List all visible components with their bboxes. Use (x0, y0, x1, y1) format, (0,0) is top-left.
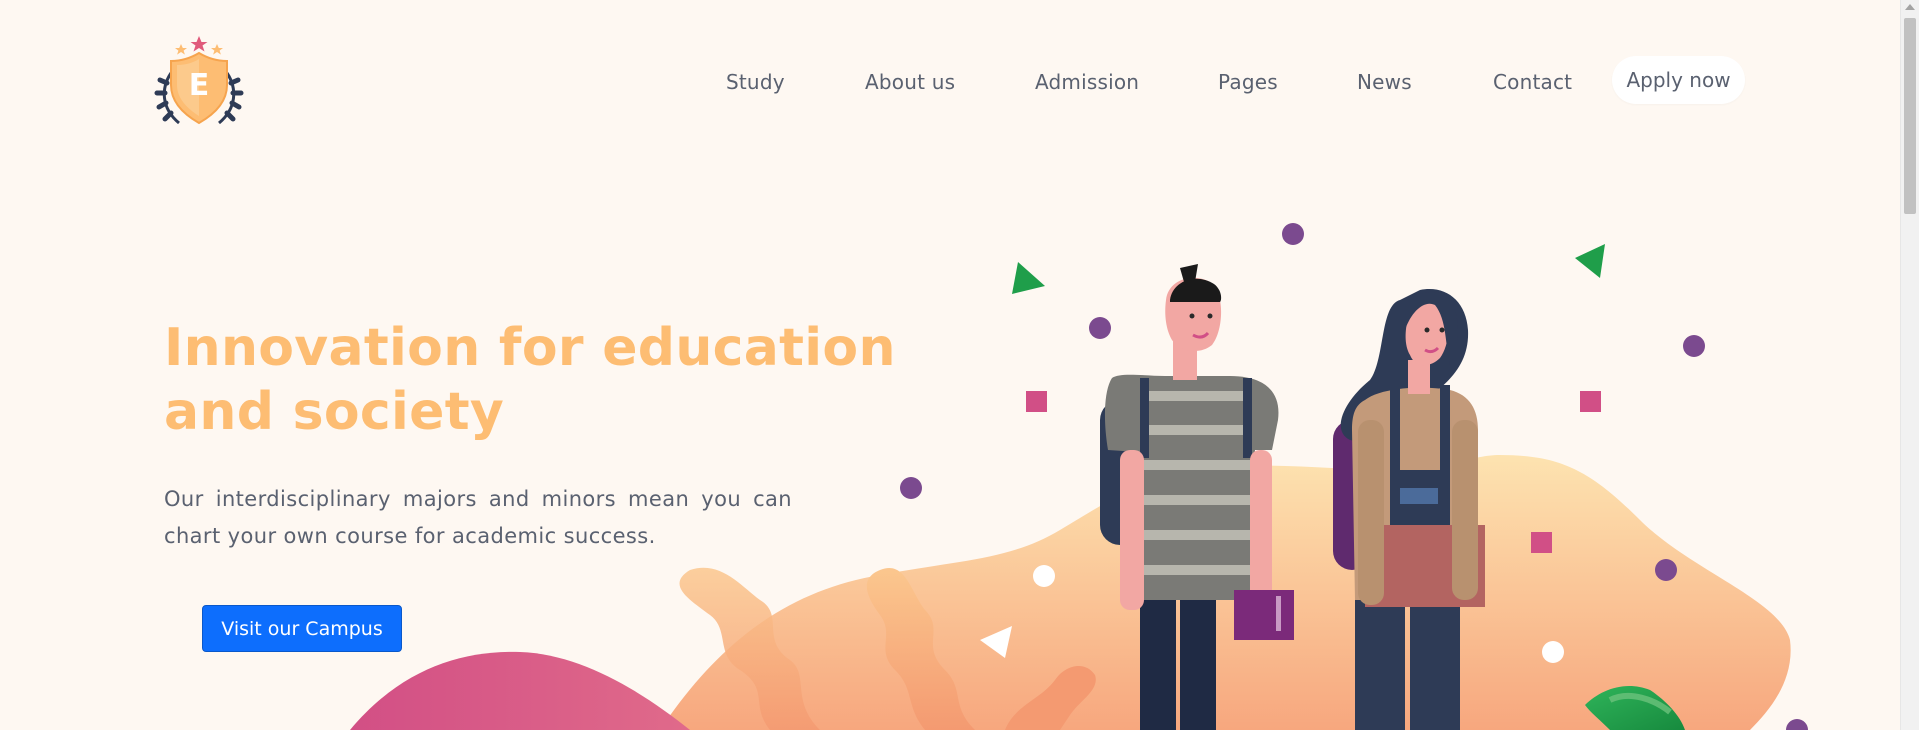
star-icon (190, 36, 208, 52)
confetti-triangle (1575, 244, 1605, 278)
logo-emblem[interactable]: E (151, 33, 247, 129)
visit-campus-button[interactable]: Visit our Campus (202, 605, 402, 652)
confetti-circle (1655, 559, 1677, 581)
hero-title: Innovation for education and society (164, 316, 924, 444)
confetti-square (1026, 391, 1047, 412)
confetti-square (1580, 391, 1601, 412)
vertical-scrollbar[interactable] (1900, 0, 1919, 730)
hero-title-line-1: Innovation for education (164, 318, 896, 378)
pink-hill (350, 651, 690, 730)
confetti-circle (1683, 335, 1705, 357)
nav-item-admission[interactable]: Admission (1035, 70, 1139, 94)
page: E Study About us Admission Pages News Co… (0, 0, 1900, 730)
nav-item-news[interactable]: News (1357, 70, 1412, 94)
confetti-circle (900, 477, 922, 499)
apply-now-button[interactable]: Apply now (1612, 56, 1745, 104)
confetti-triangle (1012, 262, 1045, 294)
star-icon (211, 44, 223, 55)
confetti-circle (1786, 719, 1808, 730)
logo-letter: E (189, 68, 210, 103)
confetti-circle (1033, 565, 1055, 587)
star-icon (175, 44, 187, 55)
nav-item-about-us[interactable]: About us (865, 70, 955, 94)
confetti-circle (1542, 641, 1564, 663)
nav-item-pages[interactable]: Pages (1218, 70, 1278, 94)
scrollbar-thumb[interactable] (1904, 18, 1916, 214)
confetti-circle (1282, 223, 1304, 245)
nav-item-study[interactable]: Study (726, 70, 785, 94)
scroll-up-arrow-icon[interactable] (1905, 4, 1915, 10)
hero-title-line-2: and society (164, 382, 505, 442)
nav-item-contact[interactable]: Contact (1493, 70, 1572, 94)
confetti-circle (1089, 317, 1111, 339)
confetti-square (1531, 532, 1552, 553)
hero-description: Our interdisciplinary majors and minors … (164, 487, 792, 548)
